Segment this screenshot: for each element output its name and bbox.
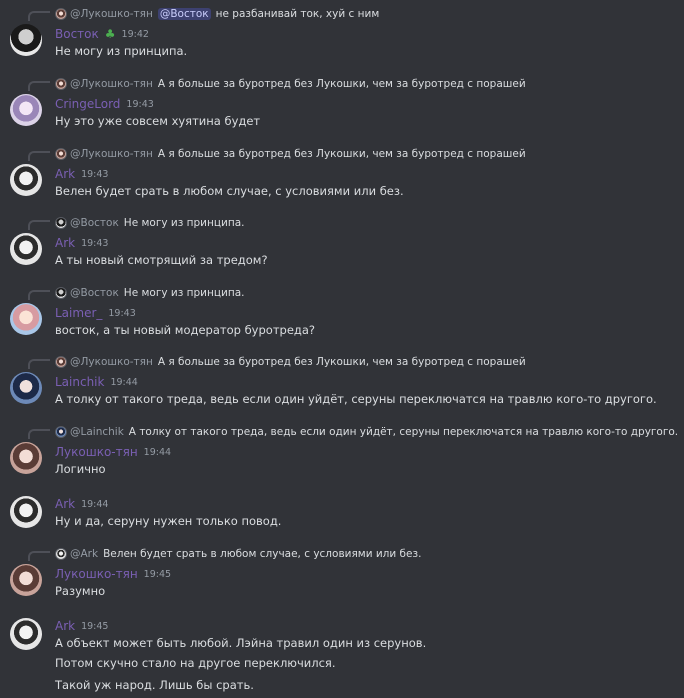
message-text: Разумно bbox=[55, 584, 106, 598]
timestamp: 19:43 bbox=[81, 168, 109, 180]
reply-author[interactable]: @Лукошко-тян bbox=[70, 8, 153, 20]
message-text: Ну и да, серуну нужен только повод. bbox=[55, 514, 282, 528]
timestamp: 19:45 bbox=[143, 568, 172, 580]
reply-text: Велен будет срать в любом случае, с усло… bbox=[103, 548, 422, 560]
reply-text: А я больше за буротред без Лукошки, чем … bbox=[157, 148, 526, 160]
message-header: Ark 19:43 bbox=[55, 235, 108, 251]
timestamp: 19:44 bbox=[143, 446, 172, 458]
message-text: Потом скучно стало на другое переключилс… bbox=[55, 656, 336, 670]
timestamp: 19:43 bbox=[126, 98, 154, 110]
reply-avatar bbox=[55, 78, 67, 90]
reply-author[interactable]: @Lainchik bbox=[70, 426, 124, 438]
message-header: Лукошко-тян 19:44 bbox=[55, 444, 171, 460]
timestamp: 19:42 bbox=[121, 28, 149, 40]
message-header: Ark 19:45 bbox=[55, 618, 108, 634]
reply-preview[interactable]: @Лукошко-тян А я больше за буротред без … bbox=[55, 354, 526, 370]
message-text: А объект может быть любой. Лэйна травил … bbox=[55, 636, 427, 650]
username[interactable]: Ark bbox=[55, 619, 75, 633]
reply-author[interactable]: @Лукошко-тян bbox=[70, 356, 153, 368]
reply-text: А толку от такого треда, ведь если один … bbox=[128, 426, 679, 438]
username[interactable]: CringeLord bbox=[55, 97, 120, 111]
avatar[interactable] bbox=[10, 564, 42, 596]
reply-connector bbox=[28, 11, 50, 21]
username[interactable]: Ark bbox=[55, 236, 75, 250]
reply-connector bbox=[28, 220, 50, 230]
reply-avatar bbox=[55, 287, 67, 299]
chat-messages: @Лукошко-тян @Восток не разбанивай ток, … bbox=[0, 0, 684, 698]
reply-preview[interactable]: @Восток Не могу из принципа. bbox=[55, 285, 244, 301]
message-text: восток, а ты новый модератор буротреда? bbox=[55, 323, 315, 337]
avatar[interactable] bbox=[10, 94, 42, 126]
message-header: Ark 19:43 bbox=[55, 166, 108, 182]
reply-text: не разбанивай ток, хуй с ним bbox=[215, 8, 380, 20]
message-header: CringeLord 19:43 bbox=[55, 96, 154, 112]
reply-avatar bbox=[55, 148, 67, 160]
reply-avatar bbox=[55, 426, 67, 438]
reply-author[interactable]: @Восток bbox=[70, 217, 119, 229]
timestamp: 19:45 bbox=[81, 620, 109, 632]
reply-text: Не могу из принципа. bbox=[123, 287, 245, 299]
reply-text: Не могу из принципа. bbox=[123, 217, 245, 229]
message-header: Laimer_ 19:43 bbox=[55, 305, 136, 321]
reply-connector bbox=[28, 429, 50, 439]
message-text: Логично bbox=[55, 462, 106, 476]
reply-preview[interactable]: @Ark Велен будет срать в любом случае, с… bbox=[55, 546, 421, 562]
reply-preview[interactable]: @Лукошко-тян А я больше за буротред без … bbox=[55, 76, 526, 92]
avatar[interactable] bbox=[10, 164, 42, 196]
reply-preview[interactable]: @Лукошко-тян @Восток не разбанивай ток, … bbox=[55, 6, 379, 22]
username[interactable]: Восток bbox=[55, 27, 99, 41]
club-icon: ♣ bbox=[104, 27, 116, 41]
avatar[interactable] bbox=[10, 442, 42, 474]
message-header: Восток ♣ 19:42 bbox=[55, 26, 149, 42]
message-text: Такой уж народ. Лишь бы срать. bbox=[55, 678, 254, 692]
message-header: Lainchik 19:44 bbox=[55, 374, 138, 390]
reply-avatar bbox=[55, 548, 67, 560]
avatar[interactable] bbox=[10, 303, 42, 335]
username[interactable]: Lainchik bbox=[55, 375, 104, 389]
message-text: А ты новый смотрящий за тредом? bbox=[55, 253, 268, 267]
reply-connector bbox=[28, 81, 50, 91]
reply-avatar bbox=[55, 217, 67, 229]
username[interactable]: Ark bbox=[55, 497, 75, 511]
message-header: Лукошко-тян 19:45 bbox=[55, 566, 171, 582]
reply-connector bbox=[28, 290, 50, 300]
message-text: А толку от такого треда, ведь если один … bbox=[55, 392, 657, 406]
avatar[interactable] bbox=[10, 233, 42, 265]
reply-connector bbox=[28, 551, 50, 561]
reply-preview[interactable]: @Лукошко-тян А я больше за буротред без … bbox=[55, 146, 526, 162]
reply-author[interactable]: @Ark bbox=[70, 548, 98, 560]
message-text: Велен будет срать в любом случае, с усло… bbox=[55, 184, 404, 198]
timestamp: 19:44 bbox=[81, 498, 109, 510]
timestamp: 19:44 bbox=[110, 376, 138, 388]
timestamp: 19:43 bbox=[81, 237, 109, 249]
username[interactable]: Лукошко-тян bbox=[55, 567, 138, 581]
reply-author[interactable]: @Восток bbox=[70, 287, 119, 299]
username[interactable]: Лукошко-тян bbox=[55, 445, 138, 459]
avatar[interactable] bbox=[10, 618, 42, 650]
reply-connector bbox=[28, 359, 50, 369]
reply-text: А я больше за буротред без Лукошки, чем … bbox=[157, 356, 526, 368]
message-header: Ark 19:44 bbox=[55, 496, 108, 512]
avatar[interactable] bbox=[10, 372, 42, 404]
reply-text: А я больше за буротред без Лукошки, чем … bbox=[157, 78, 526, 90]
username[interactable]: Laimer_ bbox=[55, 306, 102, 320]
reply-avatar bbox=[55, 356, 67, 368]
message-text: Не могу из принципа. bbox=[55, 44, 188, 58]
reply-author[interactable]: @Лукошко-тян bbox=[70, 78, 153, 90]
message-text: Ну это уже совсем хуятина будет bbox=[55, 114, 261, 128]
reply-connector bbox=[28, 151, 50, 161]
avatar[interactable] bbox=[10, 496, 42, 528]
reply-preview[interactable]: @Lainchik А толку от такого треда, ведь … bbox=[55, 424, 678, 440]
username[interactable]: Ark bbox=[55, 167, 75, 181]
reply-mention[interactable]: @Восток bbox=[157, 8, 211, 20]
reply-author[interactable]: @Лукошко-тян bbox=[70, 148, 153, 160]
reply-preview[interactable]: @Восток Не могу из принципа. bbox=[55, 215, 244, 231]
timestamp: 19:43 bbox=[108, 307, 136, 319]
reply-avatar bbox=[55, 8, 67, 20]
avatar[interactable] bbox=[10, 24, 42, 56]
